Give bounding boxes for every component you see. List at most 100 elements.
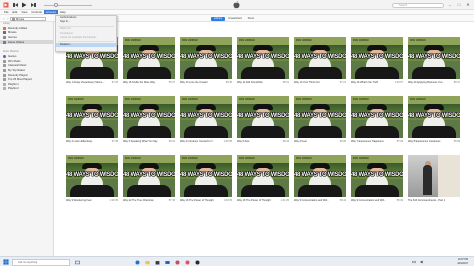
volume-icon[interactable] — [418, 259, 425, 266]
taskbar-search-input[interactable]: Ask me anything — [12, 258, 70, 266]
menu-file[interactable]: File — [2, 10, 11, 14]
search-input[interactable]: Search — [392, 2, 444, 8]
library-select[interactable]: Movies ⌄ — [10, 16, 46, 21]
video-duration: 57:26 — [111, 80, 118, 84]
thumbnail-title-text: 48 WAYS TO WISDOM — [351, 112, 403, 119]
taskbar-clock[interactable]: 10:07 PM 3/21/2017 — [457, 258, 468, 265]
thumbnail-title-text: 48 WAYS TO WISDOM — [351, 171, 403, 178]
thumbnail-header-text: RAV HORAN — [125, 38, 141, 42]
thumbnail-title-text: 48 WAYS TO WISDOM — [123, 112, 175, 119]
video-title: Way 7 Experience Happiness — [351, 139, 384, 143]
menu-edit[interactable]: Edit — [11, 10, 20, 14]
task-view-icon[interactable] — [74, 259, 81, 266]
thumbnail-body — [127, 67, 171, 79]
video-thumbnail[interactable]: RAV HORAN 48 WAYS TO WISDOM — [180, 155, 232, 197]
video-duration: 59:30 — [225, 80, 232, 84]
video-title: Way 20 Applying Business You... — [408, 80, 445, 84]
playlist-gear-icon — [3, 78, 6, 82]
video-title: Way 16 The Power of Thought — [237, 198, 271, 202]
genius-icon — [3, 55, 6, 59]
next-icon[interactable] — [30, 2, 36, 8]
video-thumbnail[interactable]: RAV HORAN 48 WAYS TO WISDOM — [66, 155, 118, 197]
video-duration: 1:00:57 — [394, 80, 403, 84]
previous-icon[interactable] — [13, 2, 19, 8]
thumbnail-title-text: 48 WAYS TO WISDOM — [237, 171, 289, 178]
thumbnail-header-text: RAV HORAN — [68, 97, 84, 101]
thumbnail-header-text: RAV HORAN — [182, 38, 198, 42]
video-duration: 1:00:35 — [109, 198, 118, 202]
thumbnail-header-text: RAV HORAN — [410, 97, 426, 101]
menu-view[interactable]: View — [19, 10, 29, 14]
minimize-button[interactable]: – — [446, 1, 454, 7]
thumbnail-body — [355, 67, 399, 79]
menu-item-sign-in[interactable]: Sign In... — [56, 20, 116, 24]
video-thumbnail[interactable]: RAV HORAN 48 WAYS TO WISDOM — [123, 155, 175, 197]
video-title: Way 22 The True Charisma — [123, 198, 154, 202]
thumbnail-title-text: 48 WAYS TO WISDOM — [66, 112, 118, 119]
maximize-button[interactable]: □ — [455, 1, 463, 7]
video-thumbnail[interactable]: RAV HORAN 48 WAYS TO WISDOM — [123, 37, 175, 79]
video-thumbnail[interactable]: RAV HORAN 48 WAYS TO WISDOM — [351, 37, 403, 79]
video-thumbnail[interactable]: RAV HORAN 48 WAYS TO WISDOM — [237, 37, 289, 79]
thumbnail-body — [412, 126, 456, 138]
menu-item-redeem[interactable]: Redeem... — [56, 42, 116, 48]
close-button[interactable]: ✕ — [464, 1, 472, 7]
video-title: Way 11 Add Friendship — [237, 80, 263, 84]
volume-knob[interactable] — [54, 3, 58, 7]
itunes-icon[interactable] — [184, 259, 191, 266]
chrome-icon[interactable] — [174, 259, 181, 266]
network-icon[interactable] — [410, 259, 417, 266]
video-thumbnail[interactable]: RAV HORAN 48 WAYS TO WISDOM — [294, 155, 346, 197]
menu-help[interactable]: Help — [58, 10, 68, 14]
video-title: Way 6 Fear — [294, 139, 307, 143]
thumbnail-header-text: RAV HORAN — [125, 156, 141, 160]
tab-unwatched[interactable]: Unwatched — [225, 17, 244, 21]
playlist-gear-icon — [3, 59, 6, 63]
thumbnail-title-text: 48 WAYS TO WISDOM — [66, 171, 118, 178]
menu-account[interactable]: Account — [43, 10, 58, 14]
menu-icon[interactable] — [3, 2, 9, 8]
edge-browser-icon[interactable] — [134, 259, 141, 266]
video-thumbnail[interactable]: RAV HORAN 48 WAYS TO WISDOM — [408, 96, 460, 138]
video-thumbnail[interactable]: RAV HORAN 48 WAYS TO WISDOM — [66, 96, 118, 138]
playlist-gear-icon — [3, 68, 6, 72]
thumbnail-body — [70, 67, 114, 79]
video-title: Way 4 Introduce Yourself to Y... — [180, 139, 215, 143]
video-title: Way 16 The Power of Thought — [180, 198, 214, 202]
video-thumbnail[interactable]: RAV HORAN 48 WAYS TO WISDOM — [180, 96, 232, 138]
speaker-figure — [423, 165, 432, 195]
account-dropdown-menu: Authorizations Sign In... Wish List Purc… — [55, 15, 117, 52]
mail-icon[interactable] — [164, 259, 171, 266]
tab-store[interactable]: Store — [245, 17, 257, 21]
thumbnail-body — [241, 126, 285, 138]
video-thumbnail[interactable]: RAV HORAN 48 WAYS TO WISDOM — [294, 37, 346, 79]
video-thumbnail[interactable]: RAV HORAN 48 WAYS TO WISDOM — [351, 96, 403, 138]
video-thumbnail[interactable]: RAV HORAN 48 WAYS TO WISDOM — [180, 37, 232, 79]
film-icon — [3, 31, 6, 35]
thumbnail-title-text: 48 WAYS TO WISDOM — [237, 112, 289, 119]
thumbnail-body — [127, 185, 171, 197]
video-thumbnail[interactable]: RAV HORAN 48 WAYS TO WISDOM — [237, 155, 289, 197]
video-thumbnail[interactable]: RAV HORAN 48 WAYS TO WISDOM — [351, 155, 403, 197]
video-thumbnail[interactable] — [408, 155, 460, 197]
thumbnail-body — [298, 185, 342, 197]
thumbnail-body — [355, 126, 399, 138]
sidebar-item-playlist-2[interactable]: Playlist 2 — [0, 87, 53, 92]
file-explorer-icon[interactable] — [144, 259, 151, 266]
store-icon[interactable] — [154, 259, 161, 266]
windows-start-icon[interactable] — [2, 259, 9, 266]
thumbnail-header-text: RAV HORAN — [353, 38, 369, 42]
play-icon[interactable] — [21, 2, 27, 8]
thumbnail-title-text: 48 WAYS TO WISDOM — [294, 53, 346, 60]
video-thumbnail[interactable]: RAV HORAN 48 WAYS TO WISDOM — [123, 96, 175, 138]
tab-library[interactable]: Library — [211, 16, 226, 21]
sidebar-item-label: Recently Added — [8, 26, 27, 30]
video-thumbnail[interactable]: RAV HORAN 48 WAYS TO WISDOM — [294, 96, 346, 138]
sidebar-item-label: Playlist 1 — [8, 82, 19, 86]
thumbnail-title-text: 48 WAYS TO WISDOM — [294, 171, 346, 178]
volume-slider[interactable] — [44, 4, 92, 6]
video-thumbnail[interactable]: RAV HORAN 48 WAYS TO WISDOM — [237, 96, 289, 138]
menu-controls[interactable]: Controls — [29, 10, 43, 14]
media-player-icon[interactable] — [194, 259, 201, 266]
video-thumbnail[interactable]: RAV HORAN 48 WAYS TO WISDOM — [408, 37, 460, 79]
